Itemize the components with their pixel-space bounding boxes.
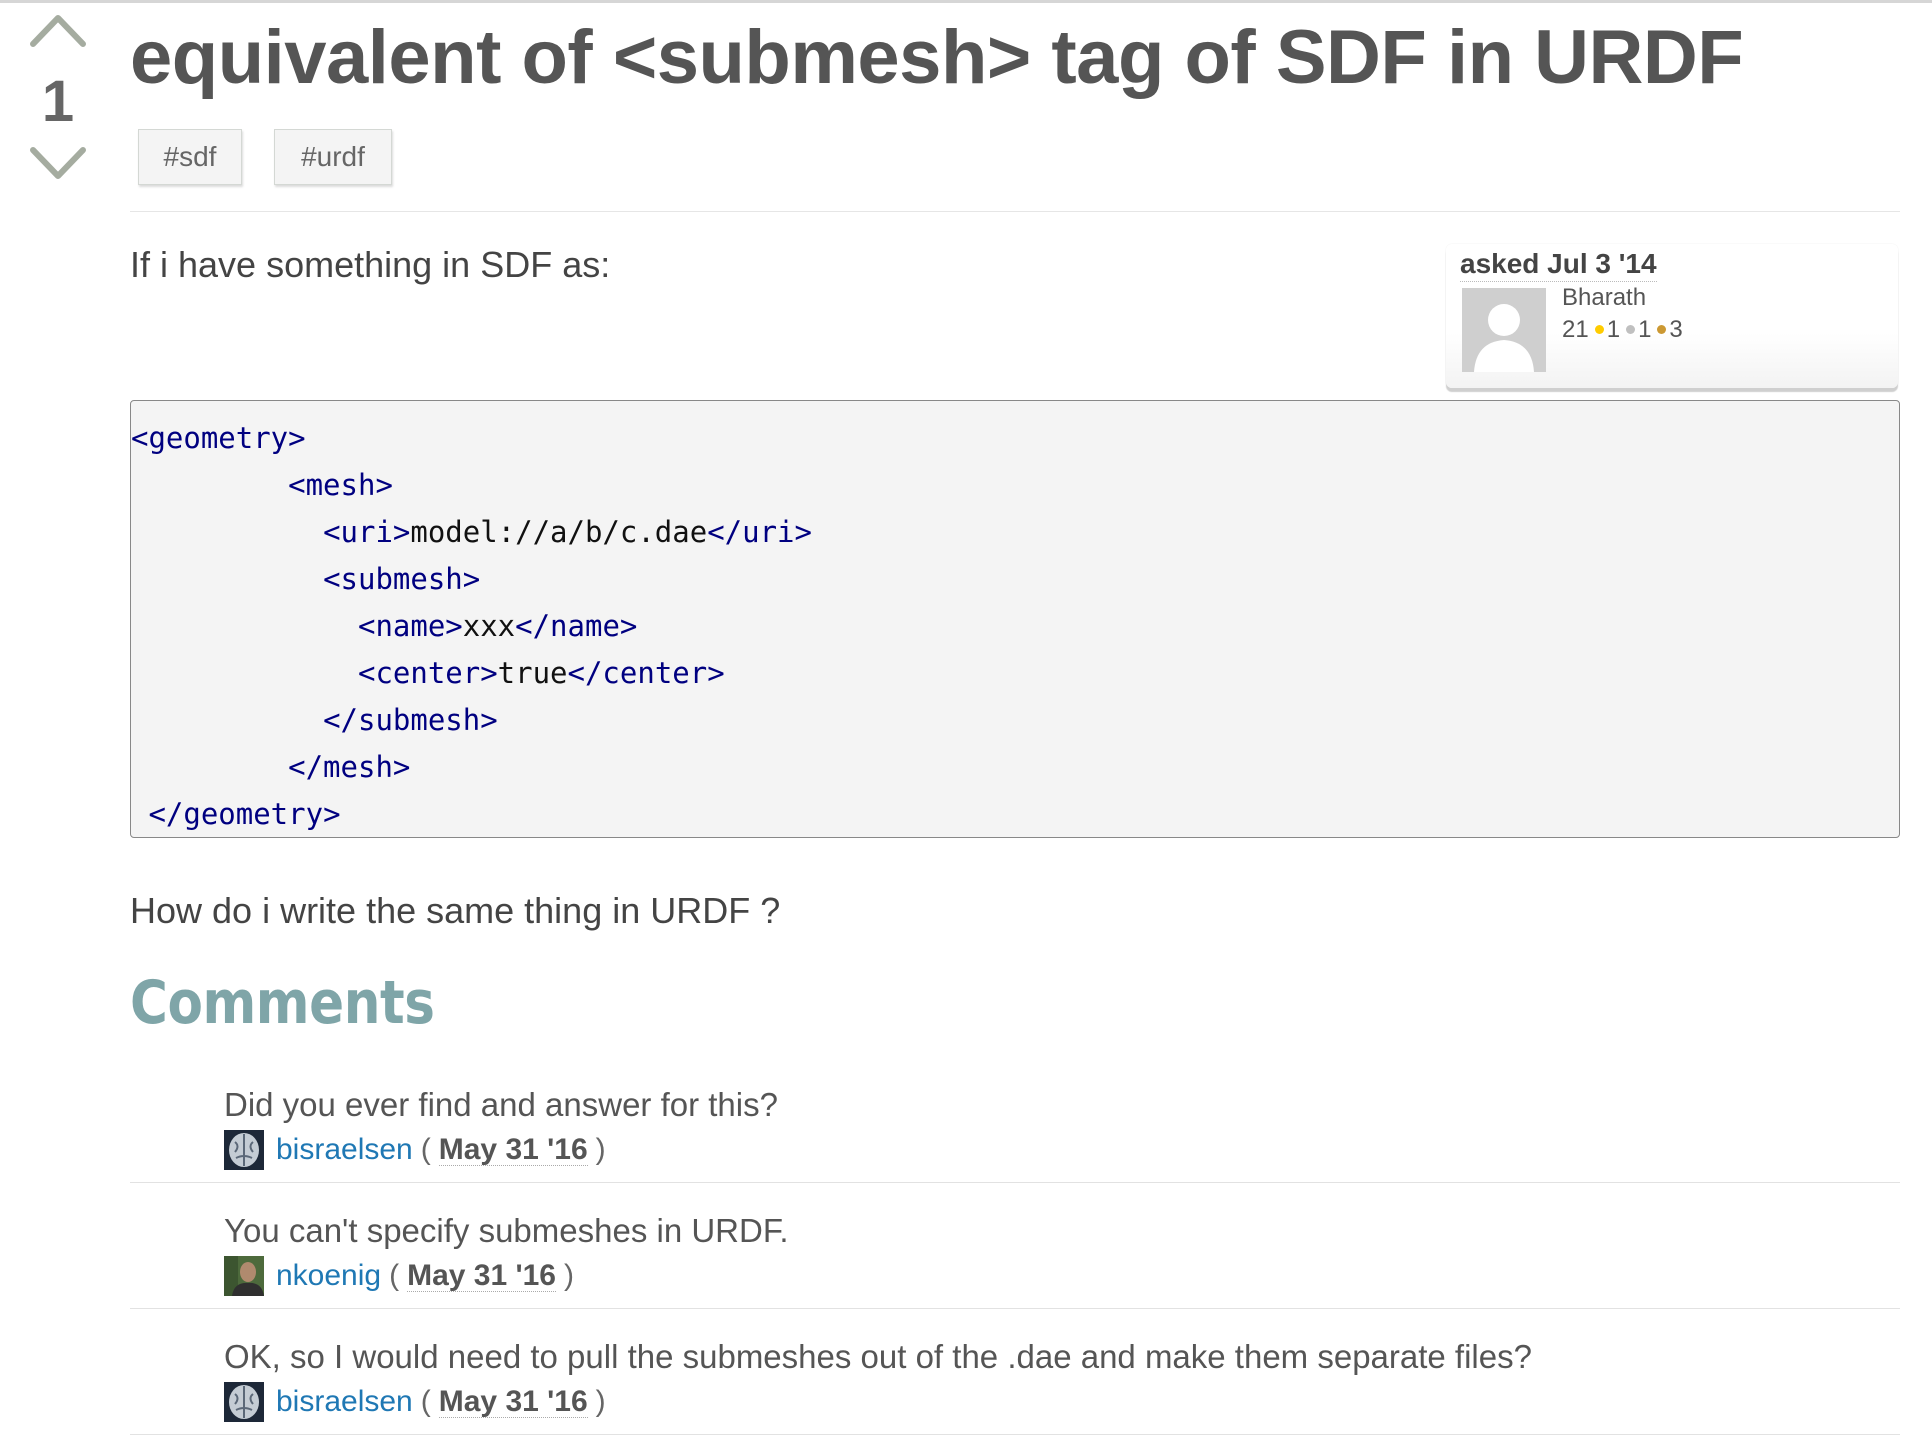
bronze-badge-icon [1657,324,1667,334]
comment-text: You can't specify submeshes in URDF. [224,1212,789,1249]
code-line: <name>xxx</name> [131,603,1899,650]
comment-meta: bisraelsen ( May 31 '16 ) [224,1381,614,1423]
karma-count: 21 [1562,316,1589,343]
code-tag-token: </name> [515,609,638,643]
downvote-button[interactable] [18,140,98,196]
silver-badge-count: 1 [1638,316,1652,343]
comment-author-link[interactable]: bisraelsen [276,1133,413,1167]
code-line: </geometry> [131,791,1899,838]
asker-stats: 21 1 1 3 [1562,316,1683,344]
bronze-badge-count: 3 [1669,316,1683,343]
vote-panel: 1 [18,8,98,196]
paren-open: ( [420,1133,431,1166]
code-block: <geometry> <mesh> <uri>model://a/b/c.dae… [130,400,1900,838]
comment-text: OK, so I would need to pull the submeshe… [224,1338,1532,1375]
code-line: </submesh> [131,697,1899,744]
divider [130,211,1900,212]
default-user-icon [1462,288,1546,372]
paren-open: ( [420,1385,431,1418]
paren-close: ) [595,1133,606,1166]
code-line: <center>true</center> [131,650,1899,697]
vote-count: 1 [41,69,75,134]
comment-meta: nkoenig ( May 31 '16 ) [224,1255,582,1297]
asker-card: asked Jul 3 '14 Bharath 21 1 1 3 [1446,244,1898,388]
comment-item: OK, so I would need to pull the submeshe… [130,1308,1900,1435]
user-photo-icon [224,1256,264,1296]
gold-badge-count: 1 [1606,316,1621,343]
comment-author-link[interactable]: nkoenig [276,1259,381,1293]
code-content: <geometry> <mesh> <uri>model://a/b/c.dae… [131,415,1899,838]
code-tag-token: <geometry> [131,421,306,455]
code-tag-token: <submesh> [323,562,481,596]
avatar[interactable] [224,1256,264,1296]
question-title: equivalent of <submesh> tag of SDF in UR… [130,15,1744,100]
code-text-token: true [497,656,568,690]
tag-urdf[interactable]: #urdf [274,129,392,185]
code-line: <mesh> [131,462,1899,509]
top-rule [0,0,1932,3]
code-tag-token: </center> [567,656,725,690]
upvote-button[interactable] [18,8,98,64]
avatar[interactable] [1462,288,1546,372]
question-outro-text: How do i write the same thing in URDF ? [130,890,781,931]
tag-list: #sdf #urdf [138,129,392,185]
gold-badge-icon [1594,324,1604,334]
comment-date: May 31 '16 [438,1384,588,1418]
brain-avatar-icon [224,1130,264,1170]
code-tag-token: </geometry> [148,797,341,831]
code-line: <geometry> [131,415,1899,462]
code-tag-token: <center> [357,656,498,690]
avatar[interactable] [224,1382,264,1422]
comment-item: You can't specify submeshes in URDF. nko… [130,1182,1900,1309]
avatar[interactable] [224,1130,264,1170]
asker-name[interactable]: Bharath [1562,284,1646,312]
tag-sdf[interactable]: #sdf [138,129,242,185]
chevron-up-icon [30,15,86,47]
code-line: <uri>model://a/b/c.dae</uri> [131,509,1899,556]
paren-close: ) [564,1259,574,1292]
code-text-token: xxx [462,609,516,643]
chevron-down-icon [30,147,86,179]
comment-date: May 31 '16 [407,1258,556,1292]
question-intro-text: If i have something in SDF as: [130,244,611,285]
asked-date: asked Jul 3 '14 [1460,248,1657,282]
comment-text: Did you ever find and answer for this? [224,1086,778,1123]
comment-item: Did you ever find and answer for this? b… [130,1056,1900,1183]
silver-badge-icon [1626,324,1636,334]
code-text-token: model://a/b/c.dae [410,515,708,549]
code-tag-token: <uri> [323,515,411,549]
paren-open: ( [389,1259,400,1292]
brain-avatar-icon [224,1382,264,1422]
code-line: </mesh> [131,744,1899,791]
paren-close: ) [595,1385,606,1418]
code-tag-token: <name> [357,609,463,643]
code-tag-token: </mesh> [288,750,411,784]
comment-date: May 31 '16 [438,1132,588,1166]
code-tag-token: </submesh> [323,703,498,737]
code-tag-token: </uri> [707,515,812,549]
comments-heading: Comments [130,968,435,1038]
code-line: <submesh> [131,556,1899,603]
comment-author-link[interactable]: bisraelsen [276,1385,413,1419]
comment-meta: bisraelsen ( May 31 '16 ) [224,1129,614,1171]
code-tag-token: <mesh> [288,468,393,502]
